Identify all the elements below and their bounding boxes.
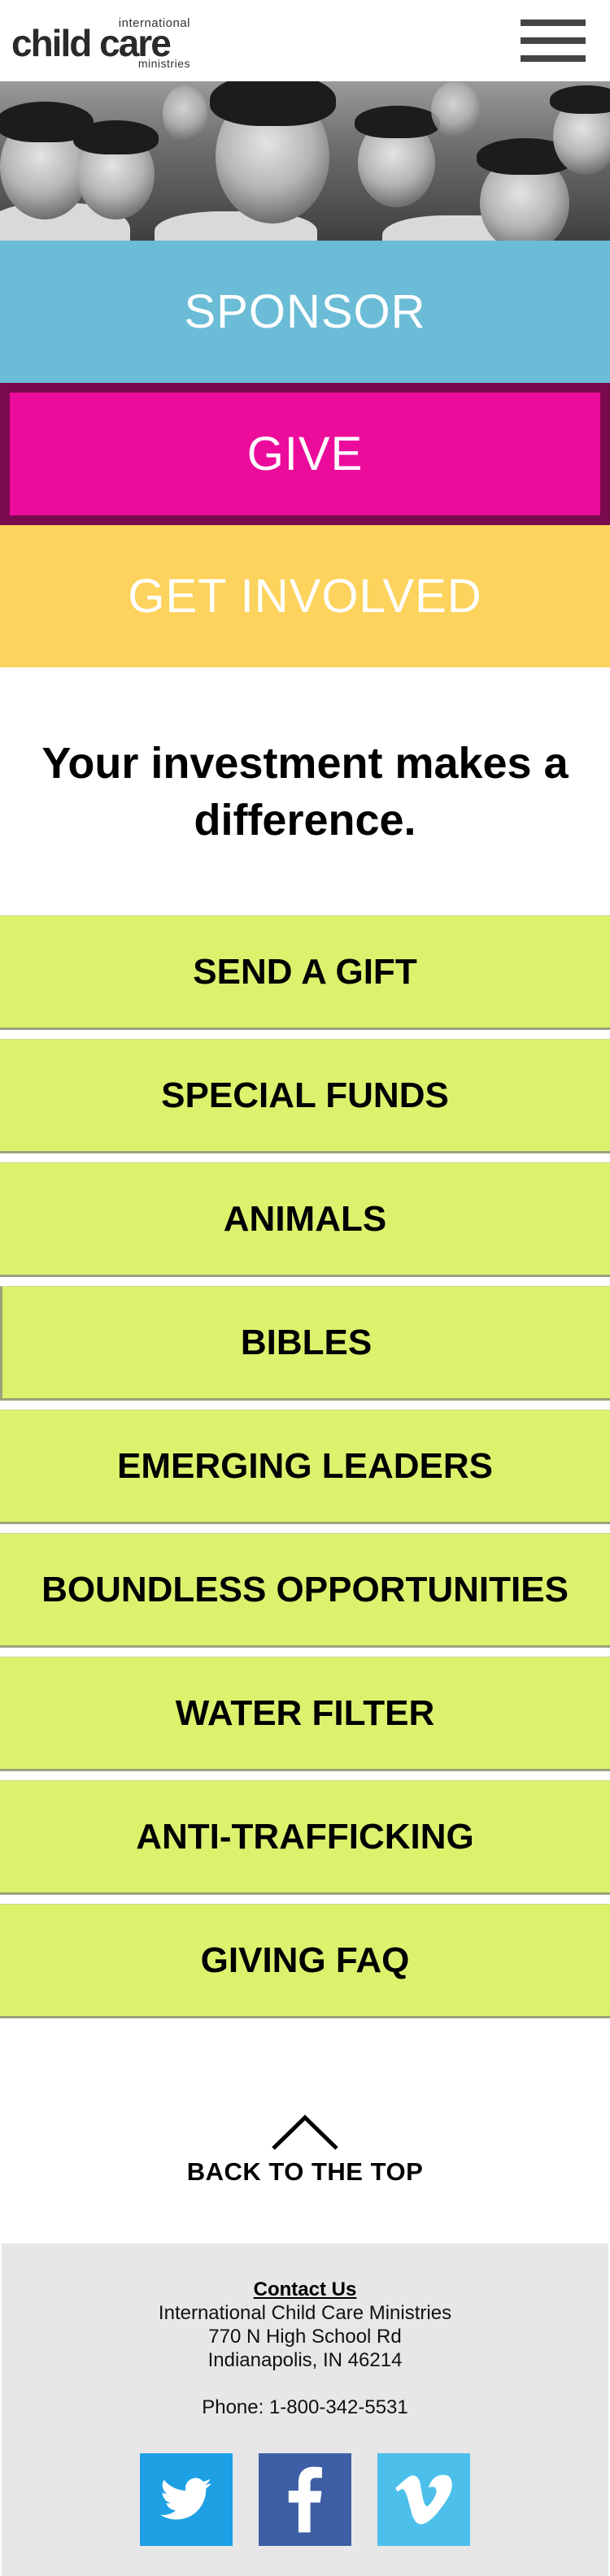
vimeo-link[interactable] bbox=[377, 2453, 470, 2546]
hero-hair bbox=[73, 120, 159, 154]
hero-hair bbox=[355, 106, 440, 138]
special-funds-button[interactable]: SPECIAL FUNDS bbox=[0, 1039, 610, 1153]
site-footer: Contact Us International Child Care Mini… bbox=[2, 2244, 608, 2576]
hero-hair bbox=[210, 81, 336, 126]
animals-button[interactable]: ANIMALS bbox=[0, 1162, 610, 1277]
logo[interactable]: international child care ministries bbox=[11, 11, 190, 70]
giving-faq-button[interactable]: GIVING FAQ bbox=[0, 1904, 610, 2018]
social-links bbox=[2, 2453, 608, 2546]
emerging-leaders-button[interactable]: EMERGING LEADERS bbox=[0, 1410, 610, 1524]
facebook-icon bbox=[288, 2466, 322, 2533]
boundless-opportunities-button[interactable]: BOUNDLESS OPPORTUNITIES bbox=[0, 1533, 610, 1648]
page-headline: Your investment makes a difference. bbox=[41, 738, 569, 845]
sponsor-button[interactable]: SPONSOR bbox=[0, 241, 610, 383]
logo-ministries-text: ministries bbox=[137, 57, 190, 70]
org-name: International Child Care Ministries bbox=[158, 2302, 452, 2324]
anti-trafficking-button[interactable]: ANTI-TRAFFICKING bbox=[0, 1780, 610, 1895]
hamburger-menu-icon[interactable] bbox=[521, 20, 586, 62]
send-a-gift-button[interactable]: SEND A GIFT bbox=[0, 915, 610, 1030]
give-button[interactable]: GIVE bbox=[0, 383, 610, 525]
get-involved-button[interactable]: GET INVOLVED bbox=[0, 525, 610, 667]
hero-face bbox=[163, 85, 207, 142]
twitter-link[interactable] bbox=[140, 2453, 233, 2546]
menu-bar bbox=[521, 55, 586, 62]
vimeo-icon bbox=[395, 2474, 452, 2525]
menu-bar bbox=[521, 37, 586, 44]
back-to-top-link[interactable]: BACK TO THE TOP bbox=[0, 2113, 610, 2187]
twitter-icon bbox=[160, 2478, 211, 2520]
back-to-top-label: BACK TO THE TOP bbox=[186, 2157, 424, 2186]
hero-face bbox=[431, 81, 480, 138]
site-header: international child care ministries bbox=[0, 0, 610, 81]
gift-options-list: SEND A GIFT SPECIAL FUNDS ANIMALS BIBLES… bbox=[0, 915, 610, 2018]
facebook-link[interactable] bbox=[259, 2453, 351, 2546]
hero-hair bbox=[550, 85, 610, 114]
water-filter-button[interactable]: WATER FILTER bbox=[0, 1657, 610, 1771]
hero-photo bbox=[0, 81, 610, 241]
contact-us-link[interactable]: Contact Us bbox=[254, 2278, 357, 2301]
menu-bar bbox=[521, 20, 586, 26]
address-line-1: 770 N High School Rd bbox=[208, 2326, 402, 2348]
chevron-up-icon bbox=[272, 2114, 338, 2150]
address-line-2: Indianapolis, IN 46214 bbox=[207, 2349, 403, 2371]
phone-number[interactable]: Phone: 1-800-342-5531 bbox=[2, 2396, 608, 2419]
bibles-button[interactable]: BIBLES bbox=[0, 1286, 610, 1401]
